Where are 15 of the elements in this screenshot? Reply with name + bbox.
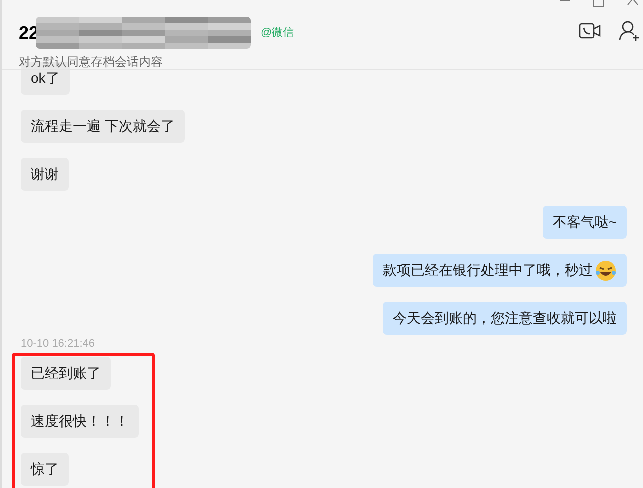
message-text: ok了 [31,69,60,88]
message-text: 流程走一遍 下次就会了 [31,117,175,136]
source-label: @微信 [261,26,294,41]
add-contact-icon[interactable] [619,20,641,42]
message-text: 已经到账了 [31,364,101,382]
message-text: 不客气哒~ [552,213,617,232]
message-text: 款项已经在银行处理中了哦，秒过 [383,261,593,280]
message-text: 谢谢 [31,165,59,184]
message-text: 今天会到账的，您注意查收就可以啦 [393,309,617,328]
message-text: 速度很快！！！ [31,412,129,430]
message-text: 惊了 [31,460,59,478]
header-subtitle: 对方默认同意存档会话内容 [18,54,163,71]
blurred-name-icon [36,17,252,49]
video-call-icon[interactable] [579,23,601,39]
message-timestamp: 10-10 16:21:46 [20,337,96,352]
